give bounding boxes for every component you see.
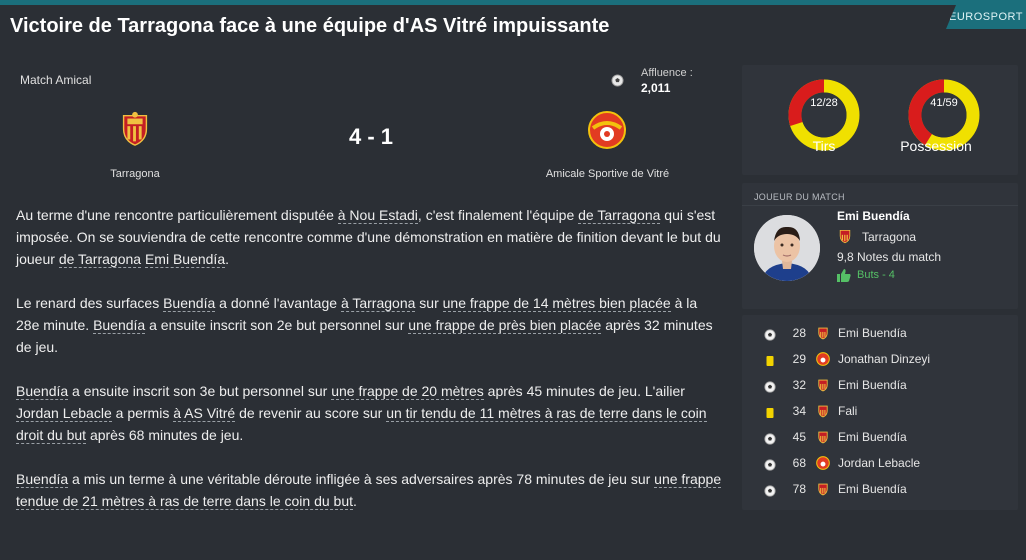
- match-report-panel: Match Amical Affluence : 2,011 4 - 1 Tar…: [0, 60, 734, 560]
- ball-icon: [764, 432, 776, 445]
- possession-caption: Possession: [900, 138, 972, 154]
- event-player-name[interactable]: Jordan Lebacle: [838, 456, 920, 470]
- event-row[interactable]: 78 Emi Buendía: [742, 477, 1018, 503]
- article-paragraph: Le renard des surfaces Buendía a donné l…: [16, 292, 722, 358]
- tarragona-crest-icon[interactable]: [116, 110, 154, 148]
- event-row[interactable]: 68 Jordan Lebacle: [742, 451, 1018, 477]
- match-stats-panel: 12/28 Tirs 41/59 Possession: [742, 65, 1018, 175]
- divider: [742, 205, 1018, 206]
- article-paragraph: Au terme d'une rencontre particulièremen…: [16, 204, 722, 270]
- player-club[interactable]: Tarragona: [862, 230, 916, 244]
- player-of-match-title: JOUEUR DU MATCH: [754, 192, 845, 202]
- yellow-card-icon: [764, 354, 776, 366]
- event-row[interactable]: 28 Emi Buendía: [742, 321, 1018, 347]
- event-minute: 32: [792, 378, 806, 392]
- home-team-name[interactable]: Tarragona: [60, 168, 210, 180]
- ball-icon: [764, 458, 776, 471]
- attendance-label: Affluence :: [641, 67, 693, 79]
- article-text: de revenir au score sur: [235, 405, 387, 421]
- tarragona-crest-icon: [816, 404, 830, 418]
- event-minute: 29: [792, 352, 806, 366]
- event-minute: 28: [792, 326, 806, 340]
- ball-icon: [764, 328, 776, 341]
- article-paragraph: Buendía a ensuite inscrit son 3e but per…: [16, 380, 722, 446]
- player-name[interactable]: Emi Buendía: [837, 209, 910, 223]
- article-text: sur: [415, 295, 443, 311]
- article-text: après 68 minutes de jeu.: [86, 427, 244, 443]
- event-row[interactable]: 34 Fali: [742, 399, 1018, 425]
- tarragona-crest-icon: [816, 430, 830, 444]
- event-row[interactable]: 29 Jonathan Dinzeyi: [742, 347, 1018, 373]
- player-photo: [754, 215, 820, 281]
- vitre-crest-icon: [816, 352, 830, 366]
- article-link[interactable]: de Tarragona: [58, 251, 142, 268]
- article-headline: Victoire de Tarragona face à une équipe …: [10, 15, 610, 37]
- shots-donut-label: 12/28: [810, 97, 838, 109]
- event-minute: 78: [792, 482, 806, 496]
- event-row[interactable]: 45 Emi Buendía: [742, 425, 1018, 451]
- article-link[interactable]: de Tarragona: [578, 207, 661, 224]
- shots-caption: Tirs: [812, 138, 836, 154]
- news-source-badge: EUROSPORT: [946, 5, 1026, 29]
- article-link[interactable]: une frappe de 20 mètres: [331, 383, 484, 400]
- event-player-name[interactable]: Emi Buendía: [838, 378, 907, 392]
- article-link[interactable]: Buendía: [16, 383, 69, 400]
- event-player-name[interactable]: Jonathan Dinzeyi: [838, 352, 930, 366]
- article-link[interactable]: à Tarragona: [340, 295, 416, 312]
- article-paragraph: Buendía a mis un terme à une véritable d…: [16, 468, 722, 512]
- ball-icon: [764, 484, 776, 497]
- event-row[interactable]: 32 Emi Buendía: [742, 373, 1018, 399]
- article-link[interactable]: Emi Buendía: [144, 251, 226, 268]
- article-text: a mis un terme à une véritable déroute i…: [68, 471, 655, 487]
- event-minute: 68: [792, 456, 806, 470]
- competition-label: Match Amical: [20, 73, 92, 87]
- tarragona-crest-icon: [816, 326, 830, 340]
- article-link[interactable]: Buendía: [16, 471, 69, 488]
- event-minute: 45: [792, 430, 806, 444]
- match-events-panel: 28 Emi Buendía 29 Jonathan Dinzeyi 32 Emi Bue…: [742, 315, 1018, 510]
- tarragona-crest-icon: [816, 482, 830, 496]
- article-text: .: [225, 251, 230, 267]
- player-goals: Buts - 4: [857, 269, 895, 281]
- article-text: Au terme d'une rencontre particulièremen…: [16, 207, 338, 223]
- match-score: 4 - 1: [348, 124, 394, 149]
- article-link[interactable]: Jordan Lebacle: [16, 405, 112, 422]
- tarragona-crest-icon: [816, 378, 830, 392]
- ball-icon: [764, 380, 776, 393]
- event-player-name[interactable]: Emi Buendía: [838, 326, 907, 340]
- player-avatar[interactable]: [754, 215, 820, 281]
- event-minute: 34: [792, 404, 806, 418]
- attendance-value: 2,011: [641, 81, 671, 95]
- article-text: a ensuite inscrit son 2e but personnel s…: [145, 317, 409, 333]
- event-player-name[interactable]: Emi Buendía: [838, 482, 907, 496]
- article-link[interactable]: une frappe de 14 mètres bien placée: [442, 295, 671, 312]
- player-of-match-panel[interactable]: JOUEUR DU MATCH Emi Buendía Tarragona 9,…: [742, 183, 1018, 309]
- vitre-crest-icon: [816, 456, 830, 470]
- article-text: a donné l'avantage: [215, 295, 341, 311]
- article-link[interactable]: à Nou Estadi: [337, 207, 418, 224]
- article-link[interactable]: Buendía: [163, 295, 216, 312]
- article-text: .: [353, 493, 357, 509]
- event-player-name[interactable]: Emi Buendía: [838, 430, 907, 444]
- top-accent-stripe: [0, 0, 1026, 5]
- away-team-name[interactable]: Amicale Sportive de Vitré: [520, 168, 695, 180]
- event-player-name[interactable]: Fali: [838, 404, 857, 418]
- thumbs-up-icon: [837, 269, 851, 282]
- article-link[interactable]: une frappe de près bien placée: [408, 317, 602, 334]
- article-text: a ensuite inscrit son 3e but personnel s…: [68, 383, 332, 399]
- ball-icon: [611, 74, 624, 87]
- article-text: après 45 minutes de jeu. L'ailier: [483, 383, 685, 399]
- article-text: Le renard des surfaces: [16, 295, 164, 311]
- yellow-card-icon: [764, 406, 776, 418]
- article-text: a permis: [111, 405, 174, 421]
- possession-donut-label: 41/59: [930, 97, 958, 109]
- vitre-crest-icon[interactable]: [587, 110, 627, 150]
- article-text: , c'est finalement l'équipe: [417, 207, 579, 223]
- tarragona-crest-icon: [839, 230, 851, 244]
- article-link[interactable]: à AS Vitré: [173, 405, 236, 422]
- article-body: Au terme d'une rencontre particulièremen…: [16, 204, 722, 534]
- player-rating: 9,8 Notes du match: [837, 250, 942, 264]
- article-link[interactable]: Buendía: [93, 317, 146, 334]
